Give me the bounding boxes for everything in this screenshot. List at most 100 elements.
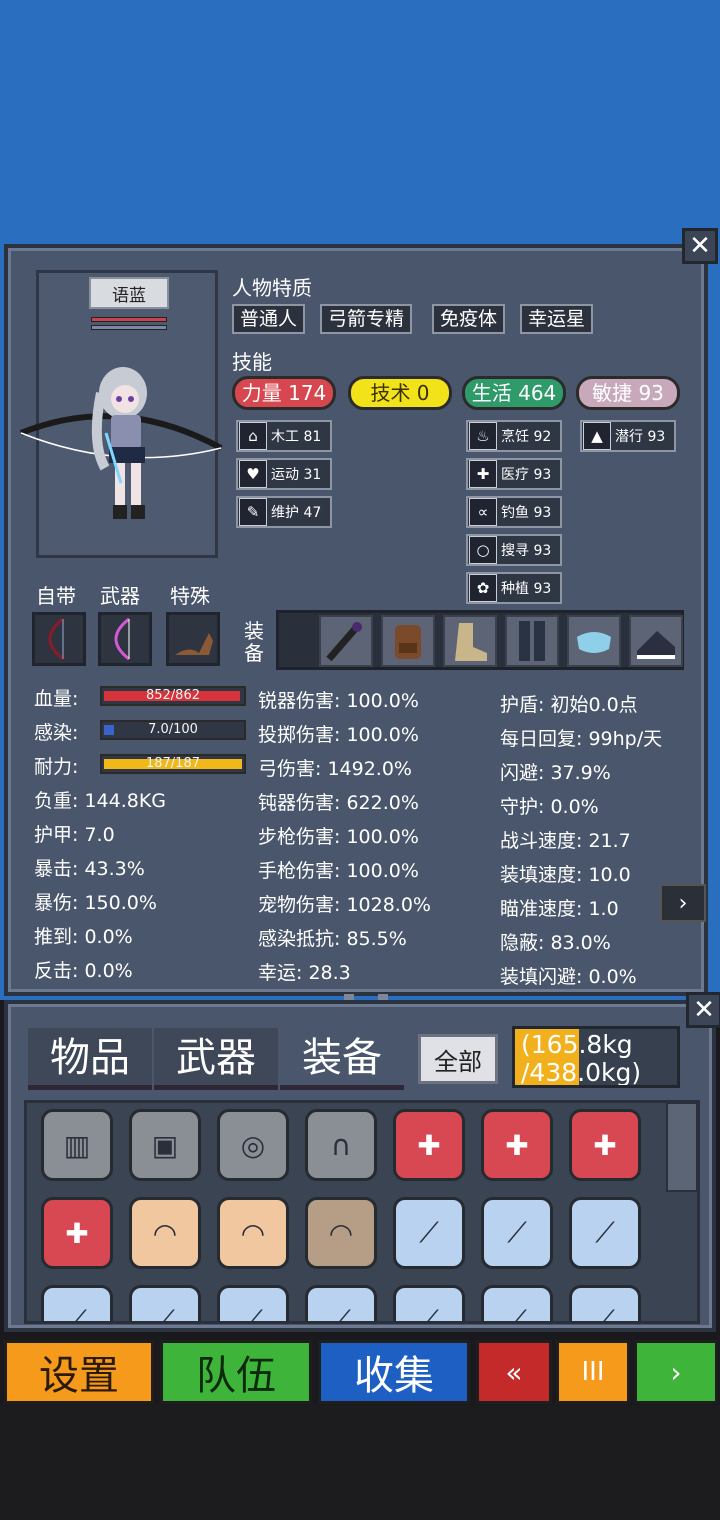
infection-bar: 7.0/100 bbox=[100, 720, 246, 740]
filter-all-button[interactable]: 全部 bbox=[418, 1034, 498, 1084]
inventory-grid: ▥ ▣ ◎ ∩ ✚ ✚ ✚ ✚ ◠ ◠ ◠ ⟋ ⟋ ⟋ ⟋ ⟋ ⟋ ⟋ ⟋ ⟋ ⟋ bbox=[24, 1100, 700, 1324]
equip-mask-slot[interactable] bbox=[567, 615, 621, 667]
equip-pants-slot[interactable] bbox=[505, 615, 559, 667]
boots-icon bbox=[455, 623, 487, 661]
medkit-icon: ✚ bbox=[505, 1128, 529, 1162]
equipment-bar bbox=[276, 610, 684, 670]
equip-shoes-slot[interactable] bbox=[629, 615, 683, 667]
tab-weapons[interactable]: 武器 bbox=[154, 1028, 278, 1090]
stat-daily-regen: 每日回复: 99hp/天 bbox=[500, 728, 663, 750]
inventory-item[interactable]: ⟋ bbox=[41, 1285, 113, 1321]
skill-strength[interactable]: 力量 174 bbox=[232, 376, 336, 410]
inventory-item[interactable]: ▣ bbox=[129, 1109, 201, 1181]
stamina-label: 耐力: bbox=[34, 756, 79, 778]
weapon-slot-label: 武器 bbox=[100, 584, 140, 608]
inventory-item[interactable]: ✚ bbox=[569, 1109, 641, 1181]
weapon-bow-slot[interactable] bbox=[98, 612, 152, 666]
inventory-item[interactable]: ⟋ bbox=[217, 1285, 289, 1321]
flashlight-icon bbox=[326, 622, 362, 662]
skill-life[interactable]: 生活 464 bbox=[462, 376, 566, 410]
tab-items[interactable]: 物品 bbox=[28, 1028, 152, 1090]
inventory-item[interactable]: ✚ bbox=[481, 1109, 553, 1181]
medkit-icon: ✚ bbox=[593, 1128, 617, 1162]
infection-bar-value: 7.0/100 bbox=[148, 722, 198, 737]
skill-agility[interactable]: 敏捷 93 bbox=[576, 376, 680, 410]
inventory-item[interactable]: ⟋ bbox=[481, 1197, 553, 1269]
hp-bar-value: 852/862 bbox=[145, 688, 200, 703]
infection-label: 感染: bbox=[34, 722, 79, 744]
stat-guard: 守护: 0.0% bbox=[500, 796, 599, 818]
subskill-maintenance[interactable]: ✎ 维护 47 bbox=[236, 496, 332, 528]
skill-technique[interactable]: 技术 0 bbox=[348, 376, 452, 410]
equip-label: 装备 bbox=[244, 619, 264, 665]
innate-bow-slot[interactable] bbox=[32, 612, 86, 666]
inventory-item[interactable]: ✚ bbox=[393, 1109, 465, 1181]
close-inventory-button[interactable]: ✕ bbox=[686, 992, 720, 1028]
stamina-bar-value: 187/187 bbox=[145, 756, 200, 771]
play-button[interactable]: › bbox=[634, 1340, 718, 1404]
flashlight-icon: ⟋ bbox=[419, 1304, 439, 1324]
pause-button[interactable]: III bbox=[556, 1340, 630, 1404]
subskill-carpentry[interactable]: ⌂ 木工 81 bbox=[236, 420, 332, 452]
inventory-panel: 物品 武器 装备 全部 (165.8kg /438.0kg) ▥ ▣ ◎ ∩ ✚ ✚ ✚ ✚ ◠… bbox=[4, 1000, 716, 1332]
medkit-icon: ✚ bbox=[417, 1128, 441, 1162]
subskill-sports[interactable]: ♥ 运动 31 bbox=[236, 458, 332, 490]
inventory-item[interactable]: ∩ bbox=[305, 1109, 377, 1181]
character-name: 语蓝 bbox=[89, 277, 169, 309]
portrait-hp-bar bbox=[91, 317, 167, 322]
inventory-item[interactable]: ⟋ bbox=[305, 1285, 377, 1321]
tab-equipment[interactable]: 装备 bbox=[280, 1028, 404, 1090]
stat-shield: 护盾: 初始0.0点 bbox=[500, 694, 638, 716]
inventory-item[interactable]: ⟋ bbox=[129, 1285, 201, 1321]
special-slot-label: 特殊 bbox=[170, 584, 210, 608]
inventory-item[interactable]: ⟋ bbox=[481, 1285, 553, 1324]
inventory-item[interactable]: ◠ bbox=[305, 1197, 377, 1269]
inventory-item[interactable]: ⟋ bbox=[569, 1197, 641, 1269]
inventory-item[interactable]: ⟋ bbox=[393, 1285, 465, 1324]
stat-reload-dodge: 装填闪避: 0.0% bbox=[500, 966, 637, 988]
inventory-item[interactable]: ◠ bbox=[129, 1197, 201, 1269]
stat-bow-damage: 弓伤害: 1492.0% bbox=[258, 758, 412, 780]
inventory-scrollbar[interactable] bbox=[666, 1102, 698, 1192]
inventory-item[interactable]: ◠ bbox=[217, 1197, 289, 1269]
inventory-item[interactable]: ▥ bbox=[41, 1109, 113, 1181]
trait-badge[interactable]: 免疫体 bbox=[432, 304, 506, 334]
equip-flashlight-slot[interactable] bbox=[319, 615, 373, 667]
trait-badge[interactable]: 普通人 bbox=[232, 304, 306, 334]
equip-backpack-slot[interactable] bbox=[381, 615, 435, 667]
team-button[interactable]: 队伍 bbox=[160, 1340, 312, 1404]
stat-crit: 暴击: 43.3% bbox=[34, 858, 145, 880]
settings-button[interactable]: 设置 bbox=[4, 1340, 154, 1404]
inventory-item[interactable]: ⟋ bbox=[393, 1197, 465, 1269]
inventory-item[interactable]: ◎ bbox=[217, 1109, 289, 1181]
trait-badge[interactable]: 弓箭专精 bbox=[320, 304, 413, 334]
subskill-sneak[interactable]: ▲ 潜行 93 bbox=[580, 420, 676, 452]
inventory-item[interactable]: ✚ bbox=[41, 1197, 113, 1269]
backpack-icon bbox=[395, 625, 421, 659]
pants-icon bbox=[519, 621, 545, 661]
subskill-planting[interactable]: ✿ 种植 93 bbox=[466, 572, 562, 604]
flashlight-icon: ⟋ bbox=[507, 1304, 527, 1324]
portrait-armor-bar bbox=[91, 325, 167, 330]
plant-icon: ✿ bbox=[469, 574, 497, 602]
hp-label: 血量: bbox=[34, 688, 79, 710]
special-pet-slot[interactable] bbox=[166, 612, 220, 666]
backpack-icon: ▣ bbox=[151, 1128, 179, 1162]
subskill-search[interactable]: ○ 搜寻 93 bbox=[466, 534, 562, 566]
subskill-fishing[interactable]: ∝ 钓鱼 93 bbox=[466, 496, 562, 528]
rewind-button[interactable]: « bbox=[476, 1340, 552, 1404]
stat-stealth: 隐蔽: 83.0% bbox=[500, 932, 611, 954]
flashlight-icon: ⟋ bbox=[507, 1216, 527, 1249]
subskill-cooking[interactable]: ♨ 烹饪 92 bbox=[466, 420, 562, 452]
equip-boots-slot[interactable] bbox=[443, 615, 497, 667]
subskill-medical[interactable]: ✚ 医疗 93 bbox=[466, 458, 562, 490]
next-page-button[interactable]: › bbox=[660, 884, 706, 922]
collect-button[interactable]: 收集 bbox=[318, 1340, 470, 1404]
heart-icon: ♥ bbox=[239, 460, 267, 488]
stat-combat-speed: 战斗速度: 21.7 bbox=[500, 830, 631, 852]
close-character-panel-button[interactable]: ✕ bbox=[682, 228, 718, 264]
trait-badge[interactable]: 幸运星 bbox=[520, 304, 594, 334]
stat-dodge: 闪避: 37.9% bbox=[500, 762, 611, 784]
wrench-icon: ✎ bbox=[239, 498, 267, 526]
inventory-item[interactable]: ⟋ bbox=[569, 1285, 641, 1321]
